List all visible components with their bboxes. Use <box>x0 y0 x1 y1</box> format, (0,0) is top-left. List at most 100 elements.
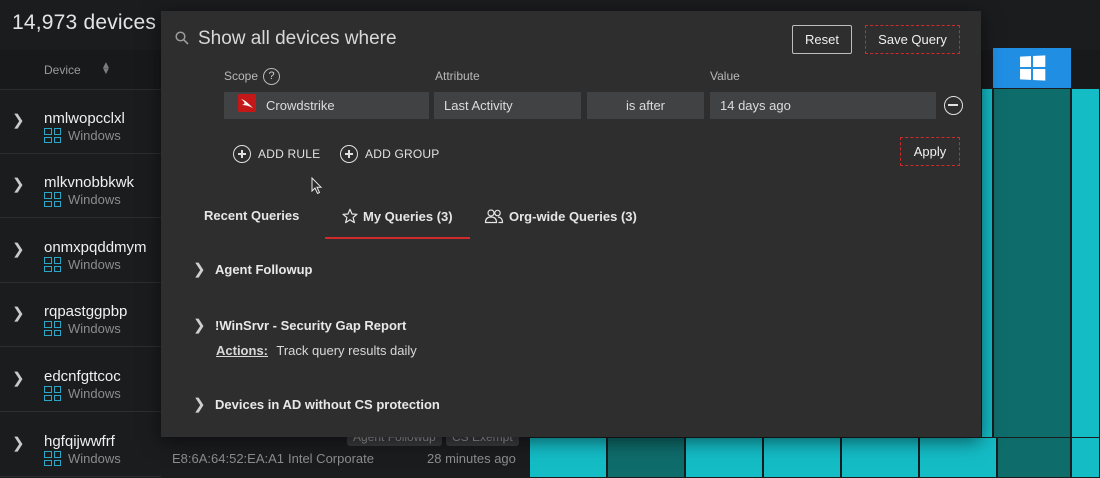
tab-label: Org-wide Queries (3) <box>509 208 637 224</box>
value-input[interactable]: 14 days ago <box>710 92 936 119</box>
table-row[interactable]: ❯ mlkvnobbkwk Windows <box>0 154 161 218</box>
windows-icon <box>44 192 61 207</box>
query-builder-modal: Show all devices where Reset Save Query … <box>161 11 981 437</box>
query-name: !WinSrvr - Security Gap Report <box>215 317 407 333</box>
device-os: Windows <box>44 386 121 401</box>
actions-text: Track query results daily <box>276 343 417 358</box>
operator-value: is after <box>625 98 665 113</box>
saved-query-item[interactable]: ❯ Agent Followup <box>193 260 312 278</box>
plus-circle-icon <box>340 145 358 163</box>
chevron-right-icon[interactable]: ❯ <box>12 304 25 322</box>
device-name[interactable]: onmxpqddmym <box>44 239 147 256</box>
attribute-select[interactable]: Last Activity <box>434 92 581 119</box>
status-cell[interactable] <box>607 437 685 478</box>
query-actions: Actions: Track query results daily <box>216 343 417 358</box>
apply-button[interactable]: Apply <box>900 137 960 166</box>
status-cell[interactable] <box>981 88 993 438</box>
device-name[interactable]: mlkvnobbkwk <box>44 174 134 191</box>
query-title: Show all devices where <box>198 28 397 49</box>
query-name: Devices in AD without CS protection <box>215 396 440 412</box>
table-row[interactable]: ❯ edcnfgttcoc Windows <box>0 348 161 412</box>
reset-button[interactable]: Reset <box>792 25 852 54</box>
sort-icon[interactable]: ▲ ▼ <box>101 61 111 77</box>
chevron-right-icon[interactable]: ❯ <box>193 316 206 334</box>
chevron-right-icon[interactable]: ❯ <box>12 434 25 452</box>
windows-logo-icon <box>1020 55 1046 81</box>
tab-my-queries[interactable]: My Queries (3) <box>342 208 453 224</box>
chevron-right-icon[interactable]: ❯ <box>12 111 25 129</box>
windows-icon <box>44 386 61 401</box>
table-row[interactable]: ❯ nmlwopcclxl Windows <box>0 90 161 154</box>
status-cell[interactable] <box>1071 88 1100 438</box>
add-group-label: ADD GROUP <box>365 147 440 161</box>
crowdstrike-logo-icon <box>238 94 256 112</box>
device-count-title: 14,973 devices <box>12 11 157 34</box>
status-cell[interactable] <box>841 437 919 478</box>
attribute-label: Attribute <box>435 69 480 83</box>
tab-label: Recent Queries <box>204 208 300 223</box>
device-os: Windows <box>44 128 121 143</box>
plus-circle-icon <box>233 145 251 163</box>
chevron-right-icon[interactable]: ❯ <box>12 369 25 387</box>
windows-icon <box>44 128 61 143</box>
os-label: Windows <box>68 386 121 401</box>
active-tab-indicator <box>325 237 470 239</box>
status-cell[interactable] <box>993 88 1071 438</box>
windows-icon <box>44 257 61 272</box>
device-name[interactable]: nmlwopcclxl <box>44 110 125 127</box>
os-label: Windows <box>68 451 121 466</box>
tab-org-wide-queries[interactable]: Org-wide Queries (3) <box>484 208 637 224</box>
scope-label: Scope <box>224 69 259 83</box>
search-icon <box>175 31 189 45</box>
device-os: Windows <box>44 192 121 207</box>
tab-label: My Queries (3) <box>363 208 453 224</box>
windows-icon <box>44 321 61 336</box>
add-rule-label: ADD RULE <box>258 147 321 161</box>
table-row[interactable]: ❯ onmxpqddmym Windows <box>0 219 161 283</box>
device-name[interactable]: rqpastggpbp <box>44 303 127 320</box>
device-os: Windows <box>44 321 121 336</box>
os-label: Windows <box>68 257 121 272</box>
device-name[interactable]: edcnfgttcoc <box>44 368 121 385</box>
os-label: Windows <box>68 192 121 207</box>
mac-address: E8:6A:64:52:EA:A1 <box>172 451 285 466</box>
os-label: Windows <box>68 321 121 336</box>
query-name: Agent Followup <box>215 261 313 277</box>
saved-query-item[interactable]: ❯ !WinSrvr - Security Gap Report <box>193 316 406 334</box>
status-cell[interactable] <box>997 437 1071 478</box>
windows-column-header <box>993 48 1071 88</box>
remove-rule-icon[interactable] <box>944 96 963 115</box>
status-cell[interactable] <box>763 437 841 478</box>
column-header-device[interactable]: Device <box>44 63 81 77</box>
mouse-cursor-icon <box>311 177 323 195</box>
star-icon <box>342 208 358 224</box>
chevron-right-icon[interactable]: ❯ <box>193 395 206 413</box>
help-icon[interactable]: ? <box>263 68 280 85</box>
attribute-value: Last Activity <box>444 98 513 113</box>
users-icon <box>484 209 504 224</box>
status-cell[interactable] <box>1071 437 1100 478</box>
add-group-button[interactable]: ADD GROUP <box>340 145 439 163</box>
value-text: 14 days ago <box>720 98 791 113</box>
chevron-right-icon[interactable]: ❯ <box>12 240 25 258</box>
value-label: Value <box>710 69 740 83</box>
table-row[interactable]: ❯ rqpastggpbp Windows <box>0 283 161 347</box>
scope-value: Crowdstrike <box>266 98 335 113</box>
add-rule-button[interactable]: ADD RULE <box>233 145 320 163</box>
windows-icon <box>44 451 61 466</box>
save-query-button[interactable]: Save Query <box>865 25 960 54</box>
status-cell[interactable] <box>685 437 763 478</box>
last-seen: 28 minutes ago <box>427 451 516 466</box>
device-name[interactable]: hgfqijwwfrf <box>44 433 115 450</box>
tab-recent-queries[interactable]: Recent Queries <box>204 208 299 223</box>
actions-label[interactable]: Actions: <box>216 343 268 358</box>
saved-query-item[interactable]: ❯ Devices in AD without CS protection <box>193 395 440 413</box>
chevron-right-icon[interactable]: ❯ <box>12 175 25 193</box>
chevron-right-icon[interactable]: ❯ <box>193 260 206 278</box>
vendor: Intel Corporate <box>288 451 374 466</box>
os-label: Windows <box>68 128 121 143</box>
table-row[interactable]: ❯ hgfqijwwfrf Windows <box>0 413 161 477</box>
operator-select[interactable]: is after <box>587 92 704 119</box>
status-cell[interactable] <box>919 437 997 478</box>
status-cell[interactable] <box>529 437 607 478</box>
